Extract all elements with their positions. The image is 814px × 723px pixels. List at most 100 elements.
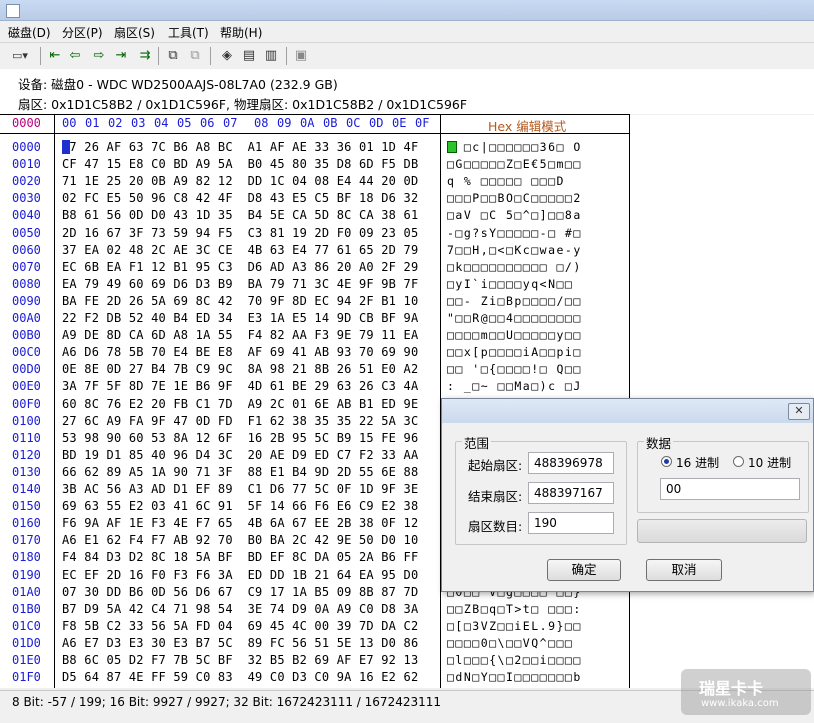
- ascii-row[interactable]: □ □c|□□□□□□36□ O: [447, 140, 582, 154]
- ascii-row[interactable]: □□- Zi□Bp□□□□/□□: [447, 294, 582, 308]
- hex-row[interactable]: BD 19 D1 85 40 96 D4 3C 20 AE D9 ED C7 F…: [62, 448, 418, 462]
- ascii-row[interactable]: □□ZB□q□T>t□ □□□:: [447, 602, 582, 616]
- sector-line: 扇区: 0x1D1C58B2 / 0x1D1C596F, 物理扇区: 0x1D1…: [18, 97, 468, 112]
- paste-icon[interactable]: ⧉: [186, 47, 204, 65]
- menu-sector[interactable]: 扇区(S): [114, 24, 155, 41]
- edit-icon[interactable]: ▤: [240, 47, 258, 65]
- radio-hex[interactable]: [661, 456, 672, 467]
- ascii-row[interactable]: □□□□m□□U□□□□□y□□: [447, 328, 582, 342]
- hex-row[interactable]: 71 1E 25 20 0B A9 82 12 DD 1C 04 08 E4 4…: [62, 174, 418, 188]
- column-header: 02: [108, 116, 123, 130]
- ascii-row[interactable]: □□ '□{□□□□!□ Q□□: [447, 362, 582, 376]
- menu-partition[interactable]: 分区(P): [62, 24, 103, 41]
- first-sector-icon[interactable]: ⇤: [46, 47, 64, 65]
- copy-icon[interactable]: ⧉: [164, 47, 182, 65]
- window-titlebar[interactable]: [0, 0, 814, 21]
- hex-row[interactable]: 69 63 55 E2 03 41 6C 91 5F 14 66 F6 E6 C…: [62, 499, 418, 513]
- prev-sector-icon[interactable]: ⇦: [66, 47, 84, 65]
- grid-line: [0, 114, 629, 115]
- ascii-row[interactable]: □dN□Y□□I□□□□□□□b: [447, 670, 582, 684]
- hex-row[interactable]: EC 6B EA F1 12 B1 95 C3 D6 AD A3 86 20 A…: [62, 260, 418, 274]
- dialog-close-button[interactable]: ✕: [788, 403, 810, 420]
- offset-cell: 0090: [12, 293, 41, 308]
- hex-row[interactable]: F8 5B C2 33 56 5A FD 04 69 45 4C 00 39 7…: [62, 619, 418, 633]
- hex-row[interactable]: CF 47 15 E8 C0 BD A9 5A B0 45 80 35 D8 6…: [62, 157, 418, 171]
- sector-count-label: 扇区数目:: [468, 519, 523, 534]
- dialog-titlebar[interactable]: ✕: [442, 399, 813, 423]
- fill-data-input[interactable]: 00: [660, 478, 800, 500]
- hex-row[interactable]: BA FE 2D 26 5A 69 8C 42 70 9F 8D EC 94 2…: [62, 294, 418, 308]
- ascii-row[interactable]: □□□P□□BO□C□□□□□2: [447, 191, 582, 205]
- goto-sector-icon[interactable]: ⇉: [136, 47, 154, 65]
- ascii-row[interactable]: □G□□□□□Z□E€5□m□□: [447, 157, 582, 171]
- hex-row[interactable]: F4 84 D3 D2 8C 18 5A BF BD EF 8C DA 05 2…: [62, 550, 418, 564]
- hex-row[interactable]: 66 62 89 A5 1A 90 71 3F 88 E1 B4 9D 2D 5…: [62, 465, 418, 479]
- save-icon[interactable]: ▣: [292, 47, 310, 65]
- grid-line: [0, 133, 629, 134]
- fill-icon[interactable]: ◈: [218, 47, 236, 65]
- ascii-row[interactable]: □k□□□□□□□□□□ □/): [447, 260, 582, 274]
- ascii-row[interactable]: □□x[p□□□□iA□□pi□: [447, 345, 582, 359]
- hex-row[interactable]: D5 64 87 4E FF 59 C0 83 49 C0 D3 C0 9A 1…: [62, 670, 418, 684]
- data-group-label: 数据: [644, 433, 674, 452]
- hex-row[interactable]: 02 FC E5 50 96 C8 42 4F D8 43 E5 C5 BF 1…: [62, 191, 418, 205]
- menu-help[interactable]: 帮助(H): [220, 24, 262, 41]
- radio-dec-label[interactable]: 10 进制: [748, 454, 791, 471]
- menu-disk[interactable]: 磁盘(D): [8, 24, 51, 41]
- hex-row[interactable]: B8 6C 05 D2 F7 7B 5C BF 32 B5 B2 69 AF E…: [62, 653, 418, 667]
- ascii-row[interactable]: 7□□H,□<□Kc□wae-y: [447, 243, 582, 257]
- offset-cell: 00E0: [12, 379, 41, 394]
- hex-row[interactable]: A6 D6 78 5B 70 E4 BE E8 AF 69 41 AB 93 7…: [62, 345, 418, 359]
- hex-row[interactable]: A6 E7 D3 E3 30 E3 B7 5C 89 FC 56 51 5E 1…: [62, 636, 418, 650]
- ascii-row[interactable]: : _□~ □□Ma□)c □J: [447, 379, 582, 393]
- hex-row[interactable]: 3A 7F 5F 8D 7E 1E B6 9F 4D 61 BE 29 63 2…: [62, 379, 418, 393]
- start-sector-input[interactable]: 488396978: [528, 452, 614, 474]
- hex-row[interactable]: B8 61 56 0D D0 43 1D 35 B4 5E CA 5D 8C C…: [62, 208, 418, 222]
- watermark-brand: 瑞星卡卡: [699, 679, 764, 698]
- offset-cell: 01D0: [12, 635, 41, 650]
- hex-row[interactable]: A6 E1 62 F4 F7 AB 92 70 B0 BA 2C 42 9E 5…: [62, 533, 418, 547]
- cancel-button[interactable]: 取消: [646, 559, 722, 581]
- hex-row[interactable]: 07 30 DD B6 0D 56 D6 67 C9 17 1A B5 09 8…: [62, 585, 418, 599]
- column-header: 0F: [415, 116, 430, 130]
- hex-row[interactable]: EC EF 2D 16 F0 F3 F6 3A ED DD 1B 21 64 E…: [62, 568, 418, 582]
- hex-row[interactable]: 27 6C A9 FA 9F 47 0D FD F1 62 38 35 35 2…: [62, 414, 418, 428]
- toolbar-separator: [158, 47, 159, 65]
- hex-row[interactable]: 53 98 90 60 53 8A 12 6F 16 2B 95 5C B9 1…: [62, 431, 418, 445]
- ascii-row[interactable]: q % □□□□□ □□□D: [447, 174, 565, 188]
- sector-count-input[interactable]: 190: [528, 512, 614, 534]
- radio-hex-label[interactable]: 16 进制: [676, 454, 719, 471]
- ascii-row[interactable]: □□□□0□\□□VQ^□□□: [447, 636, 573, 650]
- hex-row[interactable]: C7 26 AF 63 7C B6 A8 BC A1 AF AE 33 36 0…: [62, 140, 418, 154]
- offset-cell: 0120: [12, 447, 41, 462]
- ascii-row[interactable]: □yI`i□□□□yq<N□□: [447, 277, 573, 291]
- ok-button[interactable]: 确定: [547, 559, 621, 581]
- ascii-row[interactable]: □aV □C 5□^□]□□8a: [447, 208, 582, 222]
- hex-row[interactable]: F6 9A AF 1E F3 4E F7 65 4B 6A 67 EE 2B 3…: [62, 516, 418, 530]
- hex-data-area[interactable]: C7 26 AF 63 7C B6 A8 BC A1 AF AE 33 36 0…: [54, 134, 440, 688]
- offset-cell: 0160: [12, 516, 41, 531]
- hex-row[interactable]: B7 D9 5A 42 C4 71 98 54 3E 74 D9 0A A9 C…: [62, 602, 418, 616]
- export-icon[interactable]: ▥: [262, 47, 280, 65]
- hex-row[interactable]: 2D 16 67 3F 73 59 94 F5 C3 81 19 2D F0 0…: [62, 226, 418, 240]
- menu-tools[interactable]: 工具(T): [168, 24, 209, 41]
- hex-row[interactable]: 22 F2 DB 52 40 B4 ED 34 E3 1A E5 14 9D C…: [62, 311, 418, 325]
- hex-row[interactable]: 60 8C 76 E2 20 FB C1 7D A9 2C 01 6E AB B…: [62, 397, 418, 411]
- hex-row[interactable]: A9 DE 8D CA 6D A8 1A 55 F4 82 AA F3 9E 7…: [62, 328, 418, 342]
- ascii-row[interactable]: -□g?sY□□□□□-□ #□: [447, 226, 582, 240]
- column-header: 00: [62, 116, 77, 130]
- ascii-row[interactable]: "□□R@□□4□□□□□□□□: [447, 311, 582, 325]
- hex-row[interactable]: EA 79 49 60 69 D6 D3 B9 BA 79 71 3C 4E 9…: [62, 277, 418, 291]
- ascii-row[interactable]: □[□3VZ□□iEL.9}□□: [447, 619, 582, 633]
- radio-dec[interactable]: [733, 456, 744, 467]
- hex-row[interactable]: 3B AC 56 A3 AD D1 EF 89 C1 D6 77 5C 0F 1…: [62, 482, 418, 496]
- ascii-row[interactable]: □l□□□{\□2□□i□□□□: [447, 653, 582, 667]
- drive-select-icon[interactable]: ▭▾: [4, 47, 36, 65]
- last-sector-icon[interactable]: ⇥: [112, 47, 130, 65]
- hex-row[interactable]: 37 EA 02 48 2C AE 3C CE 4B 63 E4 77 61 6…: [62, 243, 418, 257]
- device-info-panel: 设备: 磁盘0 - WDC WD2500AAJS-08L7A0 (232.9 G…: [0, 69, 814, 114]
- fill-sectors-dialog: ✕ 范围 起始扇区: 488396978 结束扇区: 488397167 扇区数…: [441, 398, 814, 592]
- next-sector-icon[interactable]: ⇨: [90, 47, 108, 65]
- hex-row[interactable]: 0E 8E 0D 27 B4 7B C9 9C 8A 98 21 8B 26 5…: [62, 362, 418, 376]
- end-sector-input[interactable]: 488397167: [528, 482, 614, 504]
